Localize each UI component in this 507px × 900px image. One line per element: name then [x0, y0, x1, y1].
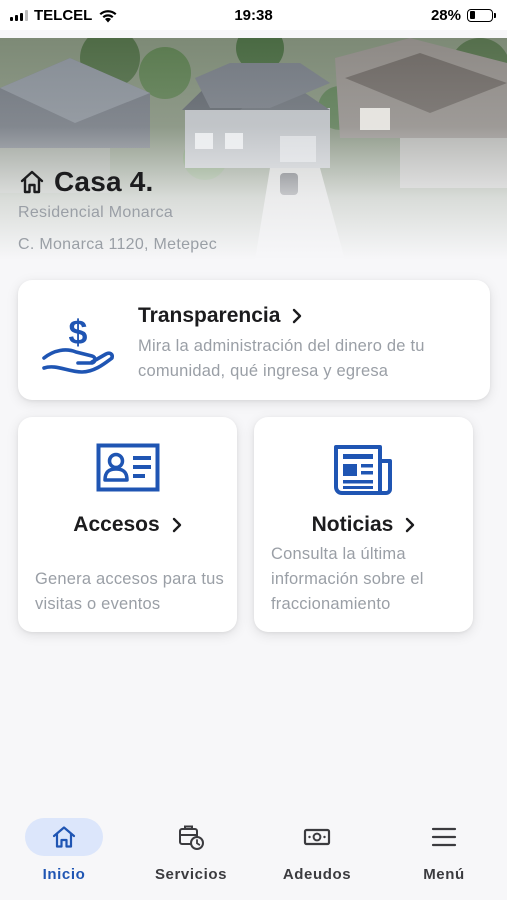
chevron-right-icon	[293, 308, 302, 324]
nav-icon-container	[405, 818, 483, 856]
nav-icon-container	[278, 818, 356, 856]
noticias-title-row: Noticias	[254, 513, 473, 537]
id-card-icon	[96, 443, 159, 492]
wifi-icon	[99, 9, 117, 22]
newspaper-icon	[333, 445, 392, 495]
hamburger-menu-icon	[431, 827, 457, 847]
money-bill-icon	[303, 828, 331, 846]
noticias-title: Noticias	[311, 513, 394, 536]
nav-icon-container	[152, 818, 230, 856]
hand-dollar-icon: $	[42, 314, 114, 374]
services-clock-icon	[179, 825, 204, 850]
home-outline-icon	[20, 170, 44, 194]
svg-text:$: $	[69, 314, 88, 352]
nav-label-inicio: Inicio	[42, 866, 86, 883]
nav-item-inicio[interactable]: Inicio	[14, 818, 114, 883]
nav-item-servicios[interactable]: Servicios	[141, 818, 241, 883]
nav-item-menu[interactable]: Menú	[394, 818, 494, 883]
chevron-right-icon	[406, 517, 415, 533]
battery-icon	[467, 8, 496, 22]
transparencia-title: Transparencia	[138, 304, 281, 327]
carrier-name: TELCEL	[34, 6, 93, 24]
accesos-title-row: Accesos	[18, 513, 237, 537]
accesos-card[interactable]: Accesos Genera accesos para tus visitas …	[18, 417, 237, 632]
nav-label-menu: Menú	[423, 866, 465, 883]
house-address: C. Monarca 1120, Metepec	[18, 236, 218, 253]
battery-group: 28%	[430, 6, 496, 24]
transparencia-card[interactable]: $ Transparencia Mira la administración d…	[18, 280, 490, 400]
battery-percent: 28%	[430, 6, 461, 24]
battery-level	[469, 11, 476, 19]
transparencia-description: Mira la administración del dinero de tu …	[138, 337, 425, 380]
transparencia-title-row: Transparencia	[138, 304, 302, 328]
signal-strength-icon	[10, 9, 28, 21]
bottom-navigation: Inicio Servicios Adeudos Menú	[0, 800, 507, 900]
house-info: Casa 4. Residencial Monarca C. Monarca 1…	[18, 166, 217, 254]
accesos-title: Accesos	[73, 513, 160, 536]
house-name: Casa 4.	[54, 166, 154, 197]
nav-label-servicios: Servicios	[154, 866, 228, 883]
community-name: Residencial Monarca	[18, 204, 174, 221]
noticias-card[interactable]: Noticias Consulta la última información …	[254, 417, 473, 632]
home-icon	[52, 826, 76, 848]
status-bar: TELCEL 19:38 28%	[0, 0, 507, 30]
accesos-description: Genera accesos para tus visitas o evento…	[35, 570, 224, 613]
noticias-description: Consulta la última información sobre el …	[271, 545, 424, 613]
house-header: Casa 4. Residencial Monarca C. Monarca 1…	[0, 38, 507, 260]
nav-item-adeudos[interactable]: Adeudos	[267, 818, 367, 883]
status-time: 19:38	[234, 6, 273, 24]
nav-active-indicator	[25, 818, 103, 856]
chevron-right-icon	[172, 517, 181, 533]
house-title-row: Casa 4.	[18, 166, 217, 198]
carrier-group: TELCEL	[10, 7, 118, 24]
nav-label-adeudos: Adeudos	[282, 866, 352, 883]
